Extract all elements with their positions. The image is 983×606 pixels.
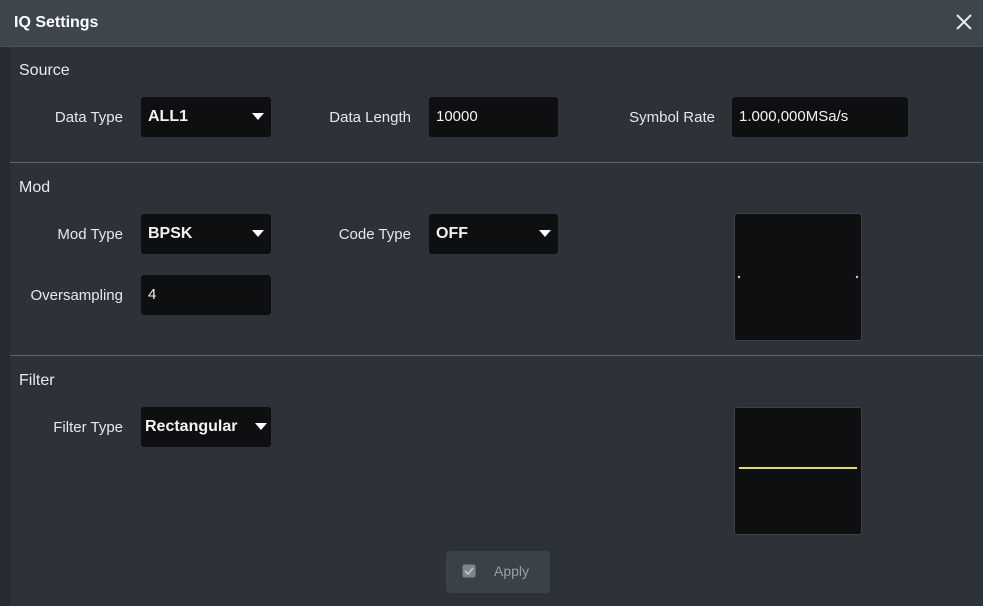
source-heading: Source <box>19 62 70 79</box>
constellation-preview <box>734 213 862 341</box>
apply-label: Apply <box>494 563 530 579</box>
constellation-point <box>737 275 741 279</box>
data-length-field[interactable]: 10000 <box>429 97 558 137</box>
mod-type-value: BPSK <box>148 225 193 242</box>
left-edge <box>0 47 10 606</box>
oversampling-label: Oversampling <box>30 287 123 304</box>
oversampling-value: 4 <box>148 286 157 303</box>
data-length-value: 10000 <box>436 108 478 125</box>
mod-type-select[interactable]: BPSK <box>141 214 271 254</box>
constellation-point <box>855 275 859 279</box>
apply-button[interactable]: Apply <box>446 551 550 593</box>
symbol-rate-label: Symbol Rate <box>629 109 715 126</box>
filter-type-select[interactable]: Rectangular <box>141 407 271 447</box>
filter-response-plot <box>739 467 857 469</box>
caret-down-icon <box>255 423 267 430</box>
filter-heading: Filter <box>19 372 55 389</box>
filter-type-value: Rectangular <box>145 418 238 435</box>
close-button[interactable] <box>951 9 977 35</box>
code-type-value: OFF <box>436 225 468 242</box>
filter-type-label: Filter Type <box>53 419 123 436</box>
symbol-rate-field[interactable]: 1.000,000MSa/s <box>732 97 908 137</box>
section-divider <box>10 355 983 356</box>
mod-heading: Mod <box>19 179 51 196</box>
data-type-label: Data Type <box>54 109 123 126</box>
section-divider <box>10 162 983 163</box>
code-type-label: Code Type <box>338 226 411 243</box>
caret-down-icon <box>252 113 264 120</box>
data-type-value: ALL1 <box>148 108 188 125</box>
data-length-label: Data Length <box>329 109 411 126</box>
filter-response-preview <box>734 407 862 535</box>
check-icon <box>462 564 476 578</box>
symbol-rate-value: 1.000,000MSa/s <box>739 108 849 125</box>
title-bar: IQ Settings <box>0 0 983 47</box>
data-type-select[interactable]: ALL1 <box>141 97 271 137</box>
code-type-select[interactable]: OFF <box>429 214 558 254</box>
constellation-plot <box>737 275 859 279</box>
mod-type-label: Mod Type <box>57 226 123 243</box>
caret-down-icon <box>539 230 551 237</box>
close-icon <box>956 14 972 30</box>
dialog-title: IQ Settings <box>14 14 99 31</box>
oversampling-field[interactable]: 4 <box>141 275 271 315</box>
caret-down-icon <box>252 230 264 237</box>
